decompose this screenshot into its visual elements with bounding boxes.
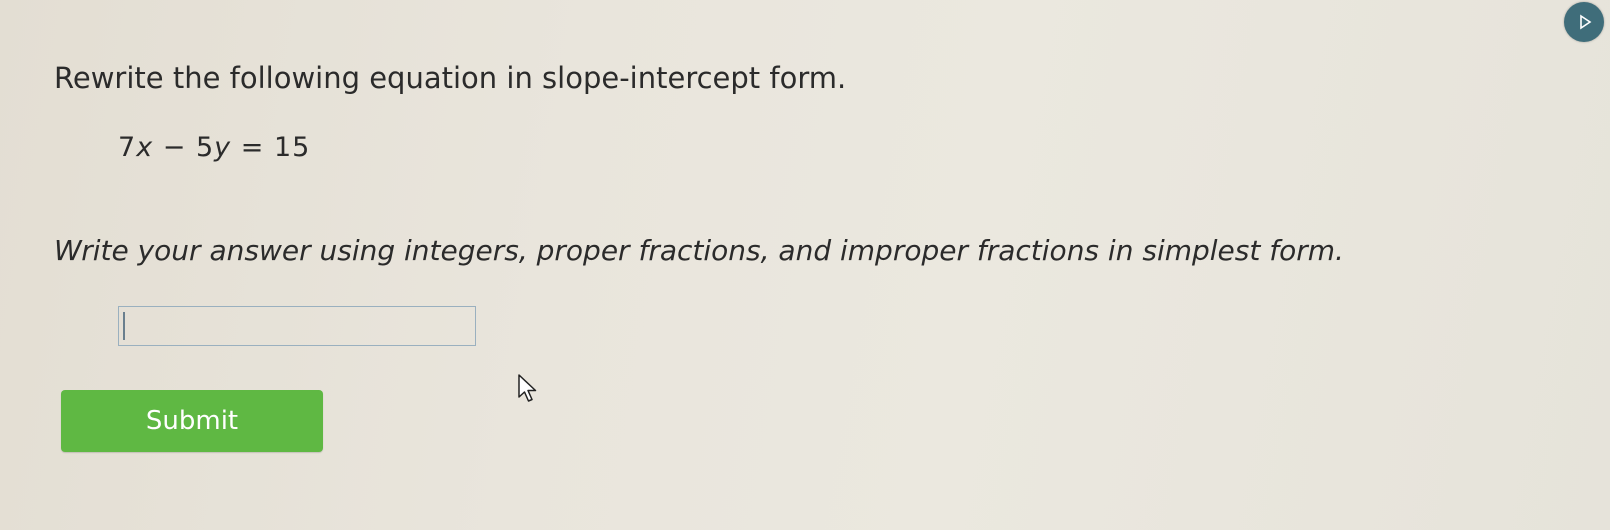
submit-button[interactable]: Submit [61, 390, 323, 452]
corner-badge[interactable] [1564, 2, 1604, 42]
mouse-cursor-icon [518, 374, 537, 402]
instructions-text: Write your answer using integers, proper… [54, 234, 1344, 267]
equation-equals: = [240, 132, 265, 163]
equation-coef-y: 5 [195, 132, 215, 163]
equation-var-y: y [214, 132, 232, 163]
answer-input[interactable] [118, 306, 476, 346]
play-icon [1580, 14, 1592, 30]
equation: 7x − 5y = 15 [118, 130, 310, 166]
equation-constant: 15 [273, 132, 311, 163]
equation-var-x: x [136, 132, 154, 163]
question-text: Rewrite the following equation in slope-… [54, 61, 847, 95]
equation-operator: − [162, 132, 187, 163]
text-caret [123, 312, 125, 340]
equation-coef-x: 7 [118, 132, 137, 163]
